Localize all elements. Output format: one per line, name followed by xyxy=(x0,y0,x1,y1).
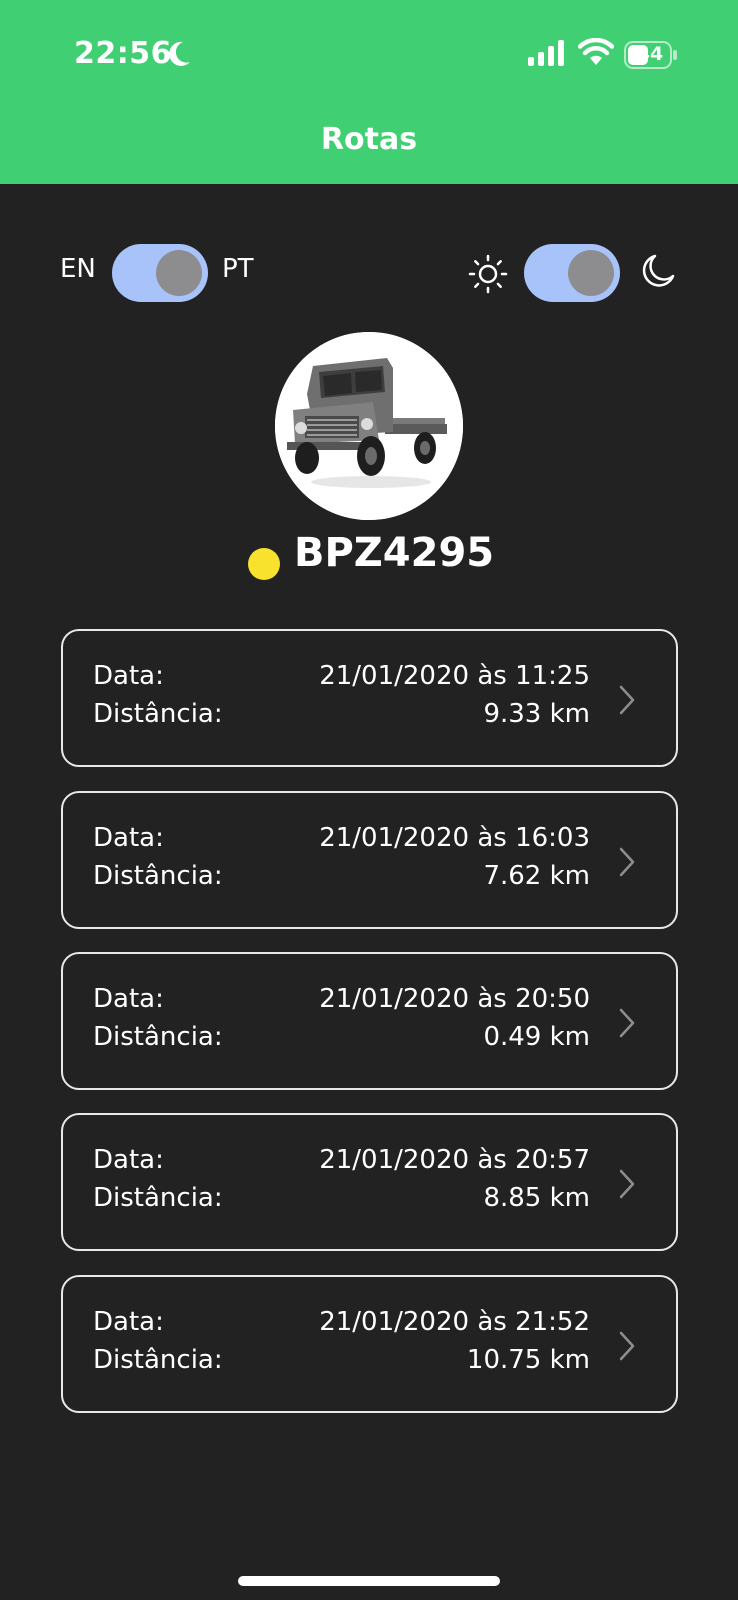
route-distance-label: Distância: xyxy=(93,699,223,729)
route-date-value: 21/01/2020 às 21:52 xyxy=(319,1307,590,1337)
signal-icon xyxy=(528,40,564,66)
route-card[interactable]: Data: Distância: 21/01/2020 às 16:03 7.6… xyxy=(61,791,678,929)
route-date-label: Data: xyxy=(93,984,164,1014)
chevron-right-icon xyxy=(619,685,635,715)
moon-icon xyxy=(169,41,190,66)
language-label-en: EN xyxy=(60,254,96,284)
vehicle-plate: BPZ4295 xyxy=(294,530,495,576)
route-distance-value: 8.85 km xyxy=(483,1183,590,1213)
moon-icon xyxy=(642,254,675,287)
chevron-right-icon xyxy=(619,1008,635,1038)
route-card[interactable]: Data: Distância: 21/01/2020 às 20:57 8.8… xyxy=(61,1113,678,1251)
home-indicator[interactable] xyxy=(238,1576,500,1586)
chevron-right-icon xyxy=(619,1331,635,1361)
vehicle-status-dot xyxy=(248,548,280,580)
route-distance-label: Distância: xyxy=(93,1022,223,1052)
battery-level: 44 xyxy=(636,43,664,65)
route-date-label: Data: xyxy=(93,1145,164,1175)
wifi-icon xyxy=(578,38,614,65)
route-distance-label: Distância: xyxy=(93,1183,223,1213)
route-date-value: 21/01/2020 às 20:50 xyxy=(319,984,590,1014)
sun-icon xyxy=(468,254,508,294)
route-distance-value: 9.33 km xyxy=(483,699,590,729)
language-label-pt: PT xyxy=(222,254,254,284)
vehicle-avatar xyxy=(275,332,463,520)
route-card[interactable]: Data: Distância: 21/01/2020 às 21:52 10.… xyxy=(61,1275,678,1413)
route-distance-label: Distância: xyxy=(93,861,223,891)
chevron-right-icon xyxy=(619,847,635,877)
language-toggle[interactable] xyxy=(112,244,208,302)
route-distance-value: 0.49 km xyxy=(483,1022,590,1052)
theme-toggle[interactable] xyxy=(524,244,620,302)
app-header: 22:56 44 Rotas xyxy=(0,0,738,184)
route-distance-value: 7.62 km xyxy=(483,861,590,891)
language-toggle-knob[interactable] xyxy=(156,250,202,296)
theme-toggle-knob[interactable] xyxy=(568,250,614,296)
page-title: Rotas xyxy=(320,122,418,157)
chevron-right-icon xyxy=(619,1169,635,1199)
route-card[interactable]: Data: Distância: 21/01/2020 às 11:25 9.3… xyxy=(61,629,678,767)
route-distance-value: 10.75 km xyxy=(466,1345,590,1375)
route-distance-label: Distância: xyxy=(93,1345,223,1375)
route-date-value: 21/01/2020 às 11:25 xyxy=(319,661,590,691)
route-date-label: Data: xyxy=(93,823,164,853)
route-date-label: Data: xyxy=(93,1307,164,1337)
status-time: 22:56 xyxy=(74,36,172,71)
route-date-value: 21/01/2020 às 20:57 xyxy=(319,1145,590,1175)
route-date-label: Data: xyxy=(93,661,164,691)
route-date-value: 21/01/2020 às 16:03 xyxy=(319,823,590,853)
truck-photo xyxy=(275,332,463,520)
route-card[interactable]: Data: Distância: 21/01/2020 às 20:50 0.4… xyxy=(61,952,678,1090)
